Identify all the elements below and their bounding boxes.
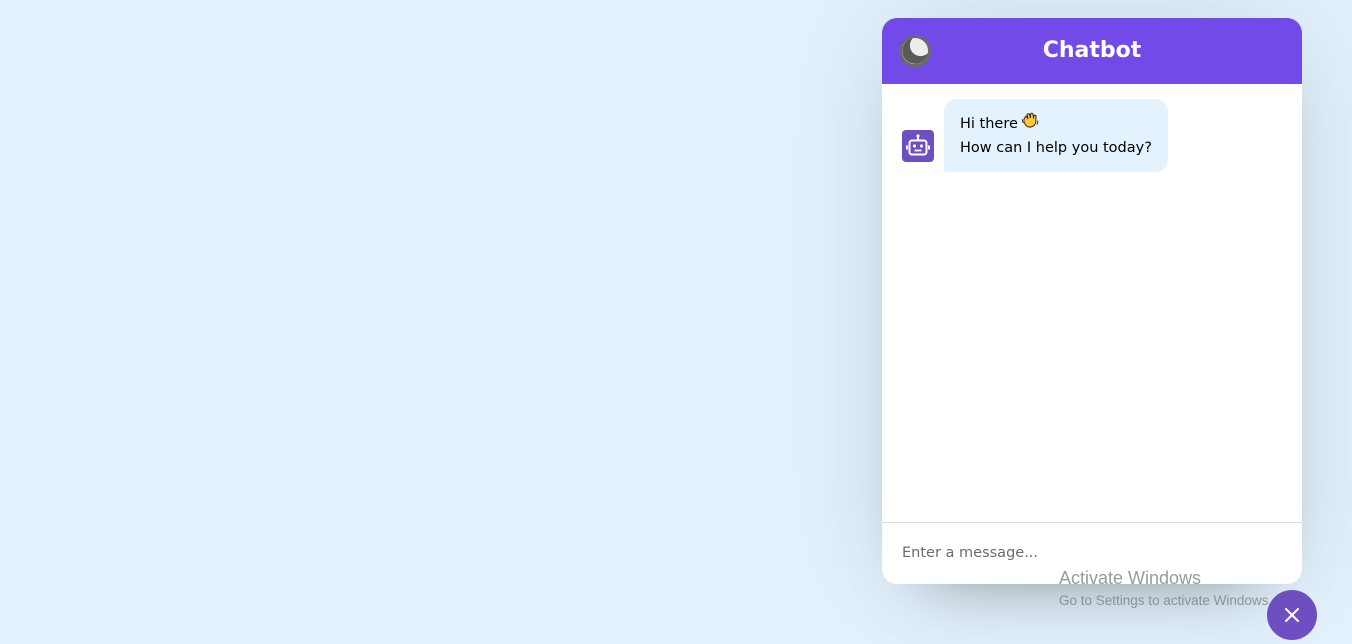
robot-icon xyxy=(902,130,934,162)
message-bubble: Hi there How can I help you today? xyxy=(944,99,1168,172)
chatbot-window: Chatbot Hi there How can I help you toda… xyxy=(882,18,1302,584)
message-input[interactable] xyxy=(902,537,1282,569)
page: Chatbot Hi there How can I help you toda… xyxy=(0,0,1352,644)
chatbot-toggle-button[interactable] xyxy=(1267,590,1317,640)
message-text: Hi there xyxy=(960,116,1018,132)
close-icon xyxy=(1267,608,1317,644)
chat-messages: Hi there How can I help you today? xyxy=(882,84,1302,522)
watermark-subtitle: Go to Settings to activate Windows. xyxy=(1059,593,1273,608)
waving-hand-icon xyxy=(1021,111,1039,137)
chat-header: Chatbot xyxy=(882,18,1302,84)
message-line: How can I help you today? xyxy=(960,140,1152,156)
chat-title: Chatbot xyxy=(1042,38,1142,63)
chat-footer xyxy=(882,522,1302,584)
message-line: Hi there xyxy=(960,111,1152,137)
